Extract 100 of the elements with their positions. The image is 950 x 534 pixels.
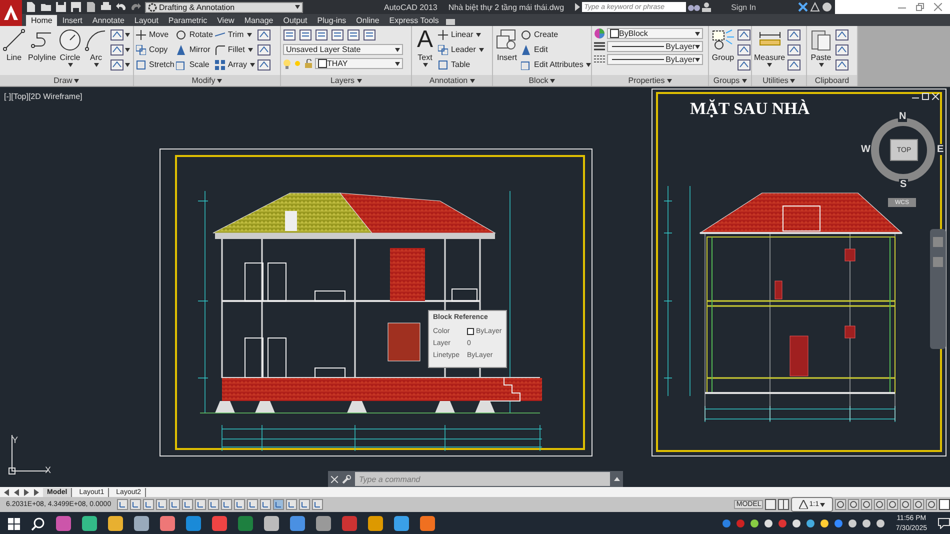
- layer-tool-icon[interactable]: [283, 28, 296, 40]
- save-icon[interactable]: [55, 1, 67, 13]
- app-icon[interactable]: [394, 516, 409, 531]
- layer-tool-icon[interactable]: [315, 28, 328, 40]
- status-toggle-icon[interactable]: [273, 499, 284, 510]
- ribbon-tool-button[interactable]: Circle: [58, 28, 82, 67]
- app-icon[interactable]: [82, 516, 97, 531]
- status-toggle-icon[interactable]: [208, 499, 220, 510]
- panel-title[interactable]: Modify: [134, 75, 280, 86]
- ribbon-tab[interactable]: Parametric: [163, 15, 212, 26]
- ribbon-icon-button[interactable]: [257, 43, 272, 56]
- status-tool-icon[interactable]: [861, 499, 872, 510]
- status-toggle-icon[interactable]: [195, 499, 206, 510]
- ribbon-icon-button[interactable]: [835, 58, 849, 71]
- ribbon-tool-button[interactable]: Move: [136, 28, 174, 41]
- app-icon[interactable]: [134, 516, 149, 531]
- ribbon-icon-button[interactable]: [110, 28, 130, 41]
- save-icon[interactable]: [70, 1, 82, 13]
- app-icon[interactable]: [108, 516, 123, 531]
- status-toggle-icon[interactable]: [117, 499, 128, 510]
- restore-icon[interactable]: [922, 93, 929, 100]
- ribbon-tab[interactable]: Manage: [239, 15, 278, 26]
- ribbon-tool-button[interactable]: Leader: [438, 43, 484, 56]
- compass-label[interactable]: S: [899, 179, 908, 190]
- status-tool-icon[interactable]: [913, 499, 924, 510]
- ribbon-tool-button[interactable]: Create: [521, 28, 592, 41]
- triangle-icon[interactable]: [810, 2, 820, 12]
- property-dropdown[interactable]: ByBlock: [607, 28, 703, 39]
- app-icon[interactable]: [56, 516, 71, 531]
- ribbon-tool-button[interactable]: Insert: [495, 28, 519, 62]
- ribbon-icon-button[interactable]: [257, 58, 272, 71]
- ribbon-tool-button[interactable]: Edit: [521, 43, 592, 56]
- layer-dropdown[interactable]: THAY: [315, 58, 403, 69]
- app-icon[interactable]: [316, 516, 331, 531]
- status-toggle-icon[interactable]: [143, 499, 154, 510]
- caret-icon[interactable]: [614, 477, 620, 481]
- property-dropdown[interactable]: ByLayer: [607, 54, 703, 65]
- panel-title[interactable]: Annotation: [412, 75, 492, 86]
- status-toggle-icon[interactable]: [312, 499, 324, 510]
- status-tool-icon[interactable]: [848, 499, 859, 510]
- layer-tool-icon[interactable]: [347, 28, 360, 40]
- ribbon-tool-button[interactable]: Trim: [214, 28, 256, 41]
- ribbon-icon-button[interactable]: [835, 28, 849, 41]
- ribbon-tab[interactable]: Layout: [129, 15, 164, 26]
- compass-label[interactable]: N: [898, 111, 908, 122]
- panel-title[interactable]: Draw: [0, 75, 133, 86]
- property-dropdown[interactable]: ByLayer: [607, 41, 703, 52]
- ribbon-tab[interactable]: Online: [351, 15, 384, 26]
- status-toggle-icon[interactable]: [299, 499, 310, 510]
- windows-logo-icon[interactable]: [8, 518, 20, 530]
- ribbon-tool-button[interactable]: Mirror: [176, 43, 213, 56]
- ribbon-icon-button[interactable]: [787, 28, 802, 41]
- wrench-icon[interactable]: [342, 474, 351, 484]
- ribbon-icon-button[interactable]: [787, 43, 802, 56]
- ribbon-icon-button[interactable]: [737, 43, 751, 56]
- ribbon-tool-button[interactable]: Table: [438, 58, 484, 71]
- ribbon-icon-button[interactable]: [257, 28, 272, 41]
- ribbon-icon-button[interactable]: [737, 58, 751, 71]
- status-tool-icon[interactable]: [874, 499, 885, 510]
- app-icon[interactable]: [264, 516, 279, 531]
- app-icon[interactable]: [290, 516, 305, 531]
- ribbon-tool-button[interactable]: Paste: [809, 28, 833, 67]
- layer-state-dropdown[interactable]: Unsaved Layer State: [283, 44, 403, 55]
- search-icon[interactable]: [31, 516, 45, 530]
- ribbon-tool-button[interactable]: Measure: [754, 28, 786, 67]
- status-toggle-icon[interactable]: [260, 499, 272, 510]
- ribbon-tool-button[interactable]: Fillet: [214, 43, 256, 56]
- compass-label[interactable]: E: [936, 144, 945, 155]
- status-toggle-icon[interactable]: [182, 499, 194, 510]
- ribbon-icon-button[interactable]: [110, 43, 130, 56]
- status-toggle-icon[interactable]: [169, 499, 180, 510]
- status-toggle-icon[interactable]: [130, 499, 142, 510]
- ribbon-icon-button[interactable]: [835, 43, 849, 56]
- workspace-dropdown[interactable]: Drafting & Annotation: [145, 2, 303, 12]
- ribbon-tool-button[interactable]: Arc: [84, 28, 108, 67]
- layout-icon[interactable]: [765, 499, 776, 510]
- ribbon-tool-button[interactable]: Edit Attributes: [521, 58, 592, 71]
- redo-icon[interactable]: [130, 1, 142, 13]
- application-menu-button[interactable]: [0, 0, 22, 26]
- command-field[interactable]: Type a command: [355, 472, 610, 486]
- ribbon-tab[interactable]: Output: [278, 15, 312, 26]
- ribbon-tab[interactable]: Insert: [57, 15, 88, 26]
- ribbon-tool-button[interactable]: Rotate: [176, 28, 213, 41]
- status-toggle-icon[interactable]: [234, 499, 246, 510]
- status-toggle-icon[interactable]: [247, 499, 258, 510]
- status-toggle-icon[interactable]: [156, 499, 168, 510]
- ribbon-tab[interactable]: Express Tools: [384, 15, 444, 26]
- status-tool-icon[interactable]: [887, 499, 898, 510]
- app-icon[interactable]: [212, 516, 227, 531]
- app-icon[interactable]: [186, 516, 201, 531]
- undo-icon[interactable]: [115, 1, 127, 13]
- status-toggle-icon[interactable]: [221, 499, 232, 510]
- ribbon-tool-button[interactable]: Stretch: [136, 58, 174, 71]
- app-icon[interactable]: [420, 516, 435, 531]
- ribbon-tool-button[interactable]: Polyline: [28, 28, 56, 62]
- panel-title[interactable]: Block: [493, 75, 591, 86]
- status-tool-icon[interactable]: [835, 499, 846, 510]
- ribbon-tool-button[interactable]: Group: [711, 28, 735, 62]
- ribbon-tab[interactable]: View: [212, 15, 240, 26]
- status-toggle-icon[interactable]: [286, 499, 298, 510]
